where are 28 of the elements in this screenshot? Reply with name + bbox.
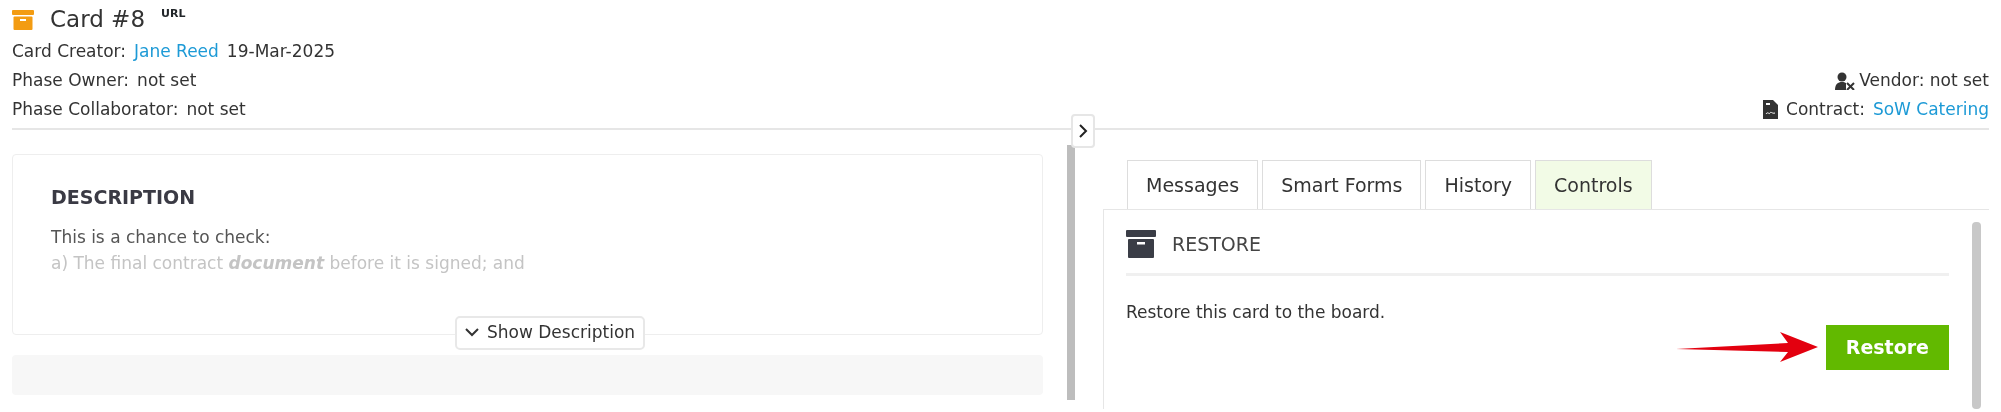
description-text: a) The final contract document before it is signed; and	[51, 251, 526, 275]
tab[interactable]: Smart Forms	[1262, 159, 1422, 209]
field-value: not set	[137, 68, 197, 92]
field-label: Phase Owner:	[12, 68, 130, 92]
section-heading: DESCRIPTION	[51, 184, 197, 210]
section-heading: RESTORE	[1172, 232, 1262, 257]
archive-box-icon	[12, 9, 34, 30]
collapse-button[interactable]	[1071, 113, 1095, 148]
description-text: This is a chance to check:	[51, 226, 272, 249]
field-label: Card Creator:	[12, 39, 127, 63]
tab[interactable]: Controls	[1535, 159, 1652, 209]
tab[interactable]: Messages	[1127, 159, 1259, 209]
archive-box-icon	[1126, 230, 1156, 259]
chevron-icon	[1078, 123, 1088, 138]
card-title: Card #8	[50, 5, 146, 34]
url-link[interactable]: URL	[161, 6, 186, 23]
field-label: Contract:	[1786, 97, 1865, 121]
show-description-button[interactable]: Show Description	[455, 316, 646, 350]
restore-description: Restore this card to the board.	[1126, 300, 1387, 324]
field-label: Phase Collaborator:	[12, 97, 179, 121]
vendor-text: Vendor: not set	[1859, 68, 1989, 92]
chevron-icon	[465, 328, 479, 338]
document-icon	[1763, 100, 1779, 119]
scrollbar[interactable]	[1972, 222, 1981, 409]
tab[interactable]: History	[1425, 159, 1532, 209]
created-date: 19-Mar-2025	[226, 39, 335, 63]
field-value: not set	[186, 97, 246, 121]
user-tools-icon	[1835, 71, 1856, 90]
